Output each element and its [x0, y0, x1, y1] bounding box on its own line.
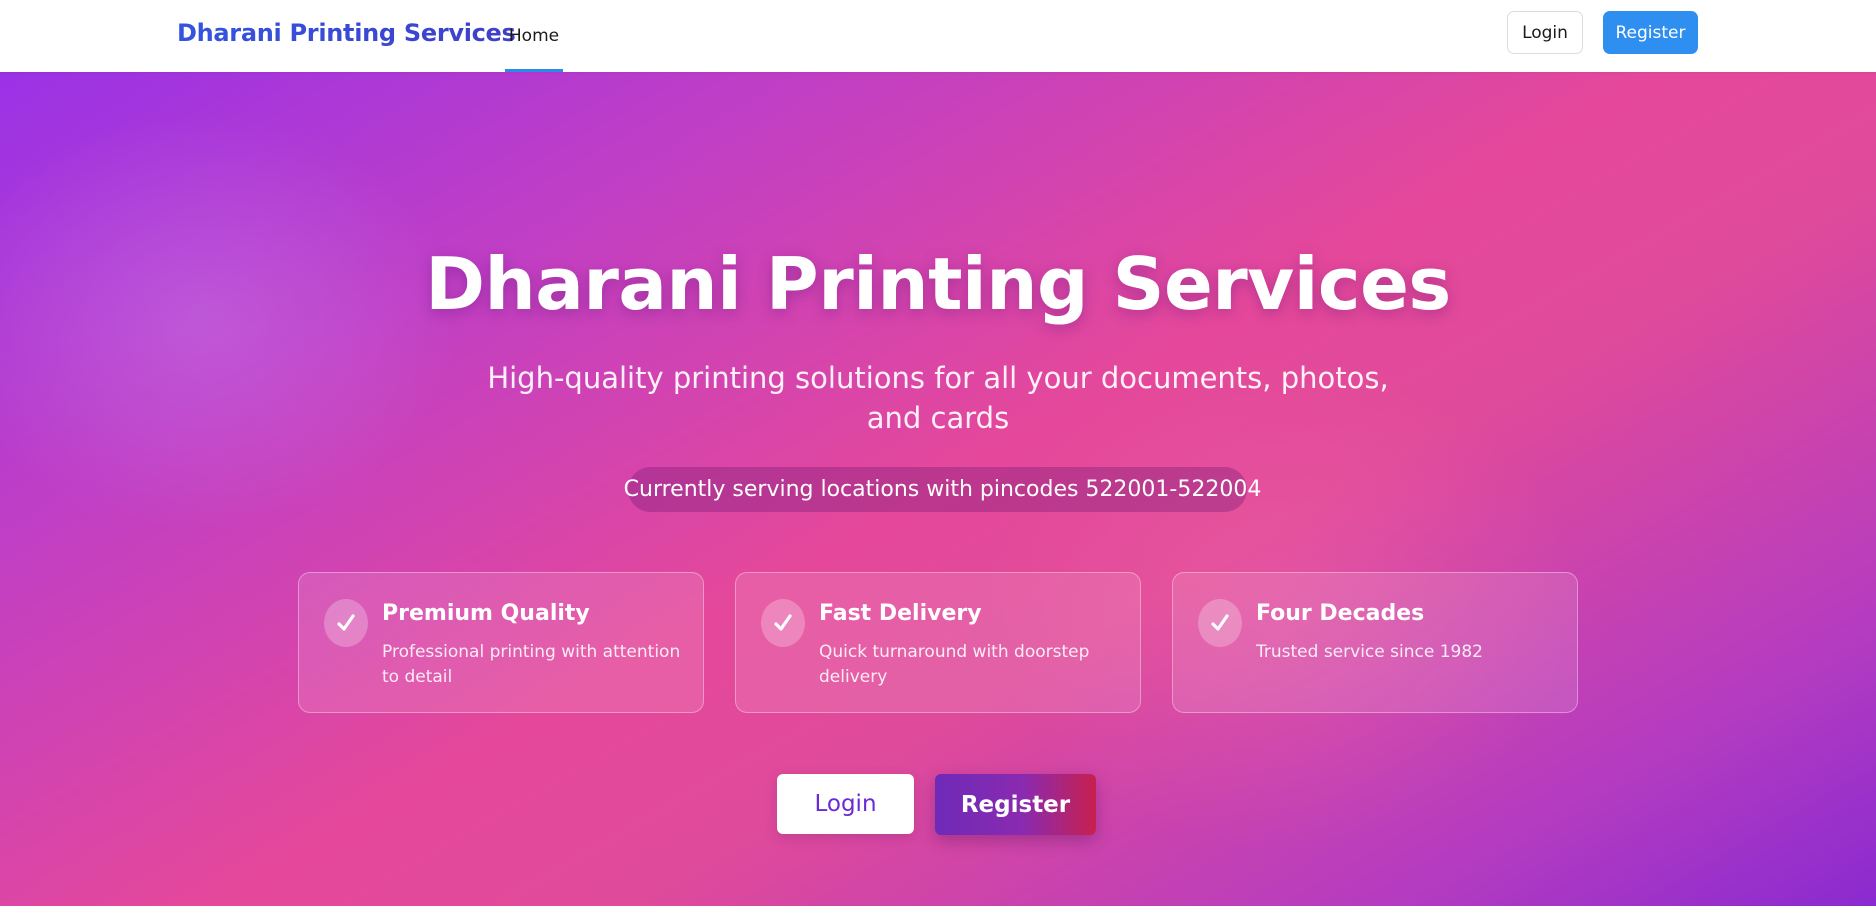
header-login-button[interactable]: Login: [1507, 11, 1583, 54]
hero-login-button[interactable]: Login: [777, 774, 914, 834]
feature-title: Premium Quality: [382, 601, 590, 626]
feature-card-premium-quality: Premium Quality Professional printing wi…: [298, 572, 704, 713]
active-tab-indicator: [505, 69, 563, 72]
service-area-text: Currently serving locations with pincode…: [623, 477, 1262, 502]
check-icon: [761, 599, 805, 647]
feature-description: Professional printing with attention to …: [382, 642, 681, 687]
check-icon: [324, 599, 368, 647]
hero-subtitle: High-quality printing solutions for all …: [487, 361, 1389, 435]
brand-logo-text[interactable]: Dharani Printing Services: [177, 19, 516, 47]
feature-description: Quick turnaround with doorstep delivery: [819, 642, 1090, 687]
feature-card-four-decades: Four Decades Trusted service since 1982: [1172, 572, 1578, 713]
nav-tab-home-label: Home: [508, 26, 560, 46]
check-icon: [1198, 599, 1242, 647]
hero-title: Dharani Printing Services: [425, 242, 1451, 326]
feature-description: Trusted service since 1982: [1256, 642, 1483, 662]
hero-register-button[interactable]: Register: [935, 774, 1096, 835]
service-area-badge: Currently serving locations with pincode…: [624, 467, 1261, 512]
nav-tab-home[interactable]: Home: [505, 0, 563, 72]
feature-title: Fast Delivery: [819, 601, 982, 626]
feature-title: Four Decades: [1256, 601, 1425, 626]
feature-card-fast-delivery: Fast Delivery Quick turnaround with door…: [735, 572, 1141, 713]
hero-section: Dharani Printing Services High-quality p…: [0, 72, 1876, 906]
header-register-button[interactable]: Register: [1603, 11, 1698, 54]
top-navbar: Dharani Printing Services Home Login Reg…: [0, 0, 1876, 72]
